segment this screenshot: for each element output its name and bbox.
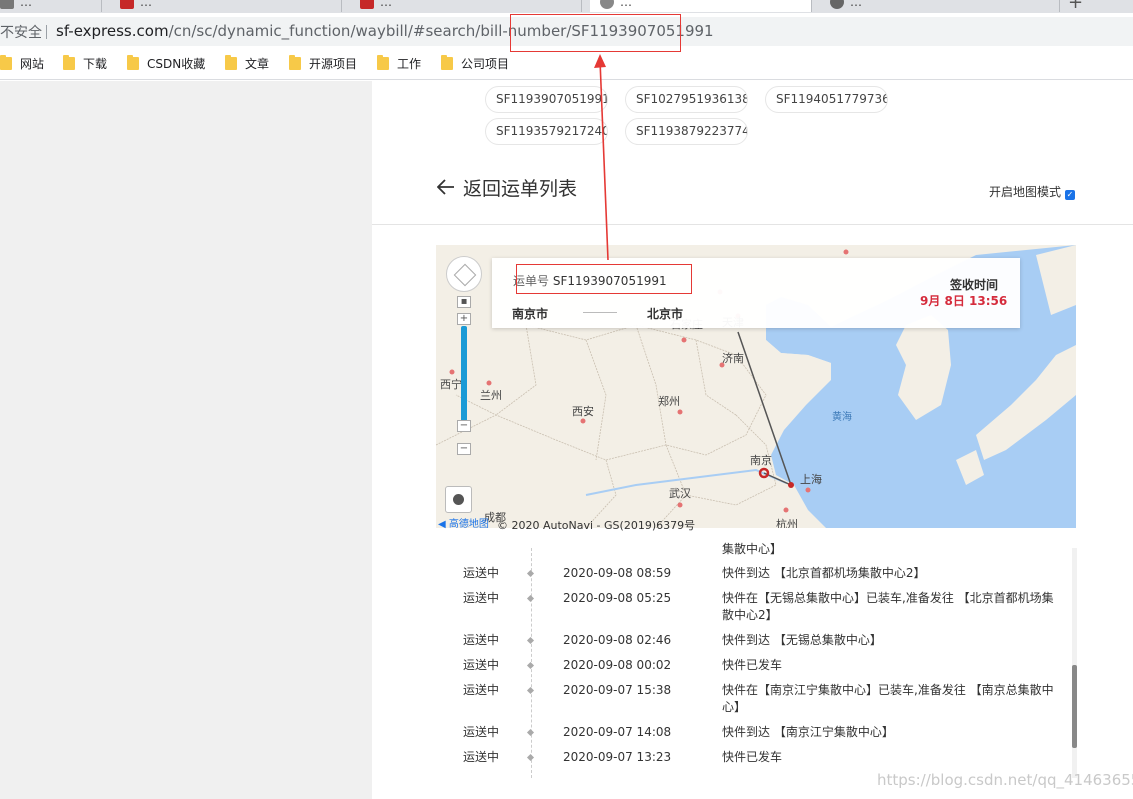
map-label-shanghai: 上海	[800, 473, 822, 486]
row-desc: 快件到达 【无锡总集散中心】	[722, 633, 882, 647]
row-status: 运送中	[463, 633, 500, 647]
bookmark-工作[interactable]: 工作	[377, 55, 421, 72]
bookmark-公司项目[interactable]: 公司项目	[441, 55, 509, 72]
history-chip[interactable]: SF1027951936138	[625, 86, 748, 113]
row-status: 运送中	[463, 566, 500, 580]
map-label-xining: 西宁	[440, 378, 462, 391]
browser-tab-2[interactable]: …	[110, 0, 342, 12]
favicon-icon	[0, 0, 14, 9]
sf-favicon-icon	[600, 0, 614, 9]
map-label-lanzhou: 兰州	[480, 389, 502, 402]
row-time: 2020-09-08 08:59	[563, 566, 672, 580]
row-desc: 快件在【无锡总集散中心】已装车,准备发往 【北京首都机场集散中心2】	[722, 591, 1054, 622]
map-zoom-handle[interactable]: −	[457, 420, 471, 432]
map-label-zhengzhou: 郑州	[658, 395, 680, 408]
back-to-list-button[interactable]: 返回运单列表	[436, 174, 578, 201]
bookmarks-bar: 网站 下载 CSDN收藏 文章 开源项目 工作 公司项目	[0, 50, 1133, 80]
folder-icon	[377, 55, 389, 70]
row-desc: 快件在【南京江宁集散中心】已装车,准备发往 【南京总集散中心】	[722, 683, 1054, 714]
row-time: 2020-09-08 00:02	[563, 658, 672, 672]
map-label-xian: 西安	[572, 405, 594, 418]
favicon-icon	[830, 0, 844, 9]
row-time: 2020-09-08 02:46	[563, 633, 672, 647]
back-to-list-label: 返回运单列表	[463, 178, 578, 200]
security-indicator[interactable]: 不安全	[0, 22, 42, 42]
folder-icon	[441, 55, 453, 70]
row-time: 2020-09-07 15:38	[563, 683, 672, 697]
row-desc: 快件到达 【北京首都机场集散中心2】	[722, 566, 926, 580]
row-status: 运送中	[463, 658, 500, 672]
page-left-gutter	[0, 81, 372, 799]
timeline-scroll-thumb[interactable]	[1072, 665, 1077, 748]
map-mode-label: 开启地图模式	[989, 185, 1062, 199]
row-time: 2020-09-08 05:25	[563, 591, 672, 605]
map-locate-button[interactable]	[445, 486, 472, 513]
folder-icon	[63, 55, 75, 70]
map-label-yellow-sea: 黄海	[832, 412, 852, 423]
destination-city: 北京市	[647, 307, 684, 321]
history-chip[interactable]: SF1194051779736	[765, 86, 888, 113]
history-chip[interactable]: SF1193879223774	[625, 118, 748, 145]
map-zoom-reset-button[interactable]: ▪	[457, 296, 471, 308]
timeline-partial-desc: 集散中心】	[722, 542, 783, 556]
arrow-left-icon	[436, 178, 457, 200]
folder-icon	[225, 55, 237, 70]
url-host: sf-express.com	[56, 22, 169, 40]
csdn-favicon-icon	[120, 0, 134, 9]
map-label-jinan: 济南	[722, 352, 744, 365]
address-bar-row: 不安全 sf-express.com/cn/sc/dynamic_functio…	[0, 13, 1133, 50]
bookmark-开源项目[interactable]: 开源项目	[289, 55, 357, 72]
sign-time-title: 签收时间	[950, 278, 999, 292]
address-separator	[46, 25, 47, 39]
amap-logo: ◀ 高德地图	[438, 519, 489, 530]
watermark: https://blog.csdn.net/qq_41463655	[877, 771, 1133, 789]
origin-city: 南京市	[512, 307, 549, 321]
row-status: 运送中	[463, 750, 500, 764]
annotation-arrow-icon	[594, 54, 609, 261]
map-label-wuhan: 武汉	[669, 487, 691, 500]
row-desc: 快件已发车	[722, 658, 783, 672]
header-divider	[372, 224, 1133, 225]
map-copyright: © 2020 AutoNavi - GS(2019)6379号	[497, 519, 696, 532]
waybill-label: 运单号	[513, 274, 550, 288]
sign-time-value: 9月 8日 13:56	[920, 294, 1008, 308]
row-desc: 快件已发车	[722, 750, 783, 764]
browser-tab-1[interactable]: …	[0, 0, 102, 12]
row-desc: 快件到达 【南京江宁集散中心】	[722, 725, 894, 739]
waybill-number-value: SF1193907051991	[552, 274, 667, 288]
bookmark-文章[interactable]: 文章	[225, 55, 269, 72]
bookmark-下载[interactable]: 下载	[63, 55, 107, 72]
map-zoom-out-button[interactable]: −	[457, 443, 471, 455]
checkbox-checked-icon[interactable]: ✓	[1065, 190, 1076, 200]
folder-icon	[289, 55, 301, 70]
row-time: 2020-09-07 14:08	[563, 725, 672, 739]
browser-tab-strip: … … … … … +	[0, 0, 1133, 13]
map-mode-toggle[interactable]: 开启地图模式 ✓	[989, 183, 1076, 200]
route-arrow-icon	[583, 312, 617, 313]
waybill-number: 运单号 SF1193907051991	[513, 272, 667, 289]
csdn-favicon-icon	[360, 0, 374, 9]
row-time: 2020-09-07 13:23	[563, 750, 672, 764]
bookmark-csdn[interactable]: CSDN收藏	[127, 55, 205, 72]
row-status: 运送中	[463, 591, 500, 605]
url-text[interactable]: sf-express.com/cn/sc/dynamic_function/wa…	[56, 22, 714, 40]
map-pan-control[interactable]	[446, 256, 482, 292]
row-status: 运送中	[463, 725, 500, 739]
browser-tab-5[interactable]: …	[820, 0, 1060, 12]
browser-tab-3[interactable]: …	[350, 0, 582, 12]
folder-icon	[0, 55, 12, 70]
folder-icon	[127, 55, 139, 70]
address-bar[interactable]: 不安全 sf-express.com/cn/sc/dynamic_functio…	[0, 17, 1133, 46]
map-zoom-slider[interactable]	[461, 326, 467, 424]
map-label-hangzhou: 杭州	[776, 518, 798, 528]
url-path: /cn/sc/dynamic_function/waybill/#search/…	[168, 22, 714, 40]
bookmark-网站[interactable]: 网站	[0, 55, 44, 72]
row-status: 运送中	[463, 683, 500, 697]
map-zoom-in-button[interactable]: +	[457, 313, 471, 325]
map-label-nanjing: 南京	[750, 454, 772, 467]
browser-tab-active[interactable]: …	[590, 0, 812, 12]
new-tab-button[interactable]: +	[1068, 0, 1083, 13]
